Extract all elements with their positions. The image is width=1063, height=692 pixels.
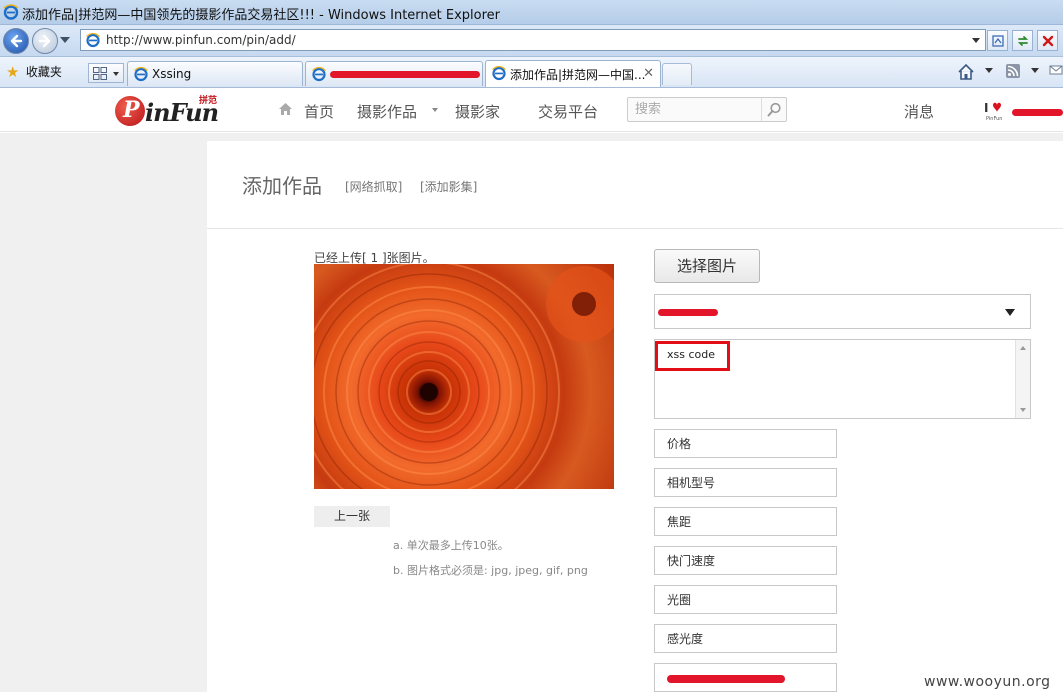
url-text: http://www.pinfun.com/pin/add/ <box>106 33 296 47</box>
shutter-speed-field[interactable] <box>654 546 837 575</box>
camera-model-input[interactable] <box>655 469 836 496</box>
refresh-button[interactable] <box>1012 30 1033 51</box>
choose-image-button[interactable]: 选择图片 <box>654 249 760 283</box>
price-field[interactable] <box>654 429 837 458</box>
compatibility-icon <box>992 35 1004 47</box>
price-input[interactable] <box>655 430 836 457</box>
tab-add-work[interactable]: 添加作品|拼范网—中国... ✕ <box>485 60 661 87</box>
page-ie-icon <box>86 32 100 48</box>
tab-ie-icon <box>492 65 506 81</box>
home-icon <box>958 63 974 80</box>
tab-label: Xssing <box>152 67 192 81</box>
aperture-field[interactable] <box>654 585 837 614</box>
flower-photo <box>314 264 614 489</box>
refresh-icon <box>1017 36 1029 46</box>
hint-max-uploads: a. 单次最多上传10张。 <box>393 539 509 552</box>
chevron-down-icon <box>1005 309 1015 316</box>
mail-icon <box>1049 65 1063 75</box>
quick-tabs-grid-icon <box>93 67 107 80</box>
scroll-up-icon[interactable] <box>1020 346 1026 350</box>
focal-length-input[interactable] <box>655 508 836 535</box>
ie-logo-icon <box>3 4 19 20</box>
history-dropdown-icon[interactable] <box>60 37 70 43</box>
pinfun-logo[interactable]: inFun 拼范 <box>115 94 233 128</box>
tab-redacted[interactable] <box>305 61 483 86</box>
url-dropdown-icon[interactable] <box>972 38 980 43</box>
svg-text:I: I <box>984 101 988 115</box>
stop-button[interactable] <box>1037 30 1058 51</box>
logo-chinese: 拼范 <box>199 96 218 106</box>
read-mail-button[interactable] <box>1049 63 1063 81</box>
tab-ie-icon <box>312 66 326 82</box>
back-arrow-icon <box>10 34 23 48</box>
back-button[interactable] <box>3 28 29 54</box>
search-button[interactable] <box>761 98 786 121</box>
address-bar: http://www.pinfun.com/pin/add/ <box>0 25 1063 57</box>
window-title: 添加作品|拼范网—中国领先的摄影作品交易社区!!! - Windows Inte… <box>22 8 501 23</box>
web-fetch-link[interactable]: [网络抓取] <box>345 178 402 195</box>
shutter-speed-input[interactable] <box>655 547 836 574</box>
tab-label: 添加作品|拼范网—中国... <box>510 68 646 82</box>
panel-header: 添加作品 [网络抓取] [添加影集] <box>207 141 1063 229</box>
redacted-album-name <box>658 309 718 316</box>
focal-length-field[interactable] <box>654 507 837 536</box>
previous-photo-button[interactable]: 上一张 <box>314 506 390 527</box>
redacted-username <box>1012 109 1063 116</box>
wooyun-watermark: www.wooyun.org <box>924 674 1051 690</box>
nav-photo-works[interactable]: 摄影作品 <box>357 101 417 122</box>
tab-list-dropdown-icon[interactable] <box>113 72 119 76</box>
tab-xssing[interactable]: Xssing <box>127 61 303 86</box>
add-album-link[interactable]: [添加影集] <box>420 178 477 195</box>
home-nav-icon <box>279 103 292 115</box>
iso-field[interactable] <box>654 624 837 653</box>
stop-icon <box>1042 35 1054 47</box>
compatibility-view-button[interactable] <box>987 30 1008 51</box>
feeds-command-button[interactable] <box>1005 63 1021 81</box>
window-titlebar: 添加作品|拼范网—中国领先的摄影作品交易社区!!! - Windows Inte… <box>0 0 1063 25</box>
chevron-down-icon[interactable] <box>432 108 438 112</box>
star-icon: ★ <box>6 63 20 81</box>
url-field[interactable]: http://www.pinfun.com/pin/add/ <box>80 29 986 51</box>
forward-arrow-icon <box>38 34 51 48</box>
uploaded-photo-preview <box>314 264 614 489</box>
svg-text:PinFun: PinFun <box>986 116 1002 122</box>
favorites-label: 收藏夹 <box>25 65 62 79</box>
aperture-input[interactable] <box>655 586 836 613</box>
new-tab-button[interactable] <box>662 63 692 85</box>
page-title: 添加作品 <box>242 174 322 198</box>
xss-highlight-box <box>655 341 730 371</box>
home-dropdown-icon[interactable] <box>985 68 993 73</box>
hint-image-formats: b. 图片格式必须是: jpg, jpeg, gif, png <box>393 564 588 577</box>
nav-photographers[interactable]: 摄影家 <box>455 101 500 122</box>
favorites-button[interactable]: ★ 收藏夹 <box>6 63 62 81</box>
logo-p-mark <box>115 96 145 126</box>
search-icon <box>767 102 781 117</box>
quick-tabs-button[interactable] <box>88 63 124 83</box>
feeds-dropdown-icon[interactable] <box>1031 68 1039 73</box>
messages-link[interactable]: 消息 <box>904 101 934 122</box>
nav-home[interactable]: 首页 <box>304 101 334 122</box>
album-select[interactable] <box>654 294 1031 329</box>
home-command-button[interactable] <box>957 63 975 81</box>
redacted-tab-title <box>330 71 480 78</box>
redacted-field-value <box>667 675 785 683</box>
iso-input[interactable] <box>655 625 836 652</box>
forward-button[interactable] <box>32 28 58 54</box>
tab-ie-icon <box>134 66 148 82</box>
site-search <box>627 97 787 122</box>
textarea-scrollbar[interactable] <box>1015 340 1030 418</box>
favorites-bar: ★ 收藏夹 Xssing 添加作品|拼范网—中国... ✕ <box>0 57 1063 88</box>
scroll-down-icon[interactable] <box>1020 408 1026 412</box>
site-header: inFun 拼范 首页 摄影作品 摄影家 交易平台 消息 I PinFun <box>0 88 1063 132</box>
search-input[interactable] <box>628 98 762 121</box>
camera-model-field[interactable] <box>654 468 837 497</box>
close-tab-icon[interactable]: ✕ <box>643 66 654 81</box>
rss-feed-icon <box>1006 64 1020 78</box>
user-avatar[interactable]: I PinFun <box>984 100 1006 122</box>
redacted-field[interactable] <box>654 663 837 692</box>
nav-trading-platform[interactable]: 交易平台 <box>538 101 598 122</box>
